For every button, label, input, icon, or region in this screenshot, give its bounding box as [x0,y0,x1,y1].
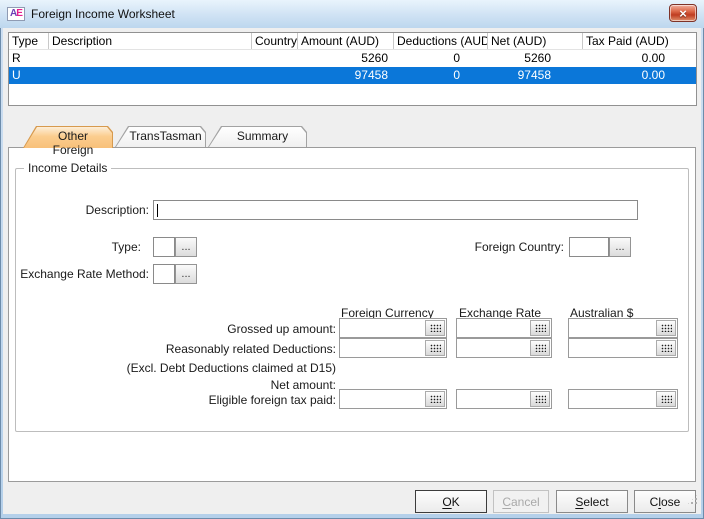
tab-label: Other Foreign [37,129,109,157]
table-cell: 5260 [487,50,582,67]
grid-lookup-button[interactable] [530,320,550,336]
dot-grid-icon [661,344,672,352]
table-cell: 0.00 [582,67,696,84]
exchange-rate-method-label: Exchange Rate Method: [16,264,149,284]
table-cell [251,67,297,84]
dot-grid-icon [535,324,546,332]
tab-other-foreign[interactable]: Other Foreign [23,126,113,148]
ae-app-icon: AE [7,7,25,21]
dot-grid-icon [430,344,441,352]
select-button[interactable]: Select [556,490,628,513]
grid-lookup-button[interactable] [425,391,445,407]
ae-icon-letter-e: E [16,8,22,19]
table-cell: 0 [393,67,487,84]
reasonably-related-deductions-label: Reasonably related Deductions: [16,339,336,359]
eligible-foreign-tax-paid-foreign-currency-input[interactable] [339,389,447,409]
dot-grid-icon [535,344,546,352]
foreign-income-worksheet-dialog: AE Foreign Income Worksheet × TypeDescri… [0,0,704,519]
foreign-country-lookup-button[interactable]: ... [609,237,631,257]
table-cell: U [9,67,48,84]
table-cell: 5260 [297,50,393,67]
reasonably-related-deductions-australian-dollar-input[interactable] [568,338,678,358]
dialog-client-area: TypeDescriptionCountryAmount (AUD)Deduct… [3,28,701,514]
other-foreign-tab-panel: Income Details Description: Type: ... Fo… [8,147,696,482]
list-header: TypeDescriptionCountryAmount (AUD)Deduct… [9,33,696,50]
foreign-country-input[interactable] [569,237,609,257]
dot-grid-icon [661,395,672,403]
table-cell [48,50,251,67]
dot-grid-icon [430,324,441,332]
table-row[interactable]: U974580974580.00 [9,67,696,84]
column-header-amount-aud[interactable]: Amount (AUD) [297,33,393,49]
exchange-rate-method-input[interactable] [153,264,175,284]
type-lookup-button[interactable]: ... [175,237,197,257]
column-header-deductions-aud[interactable]: Deductions (AUD) [393,33,487,49]
foreign-income-list: TypeDescriptionCountryAmount (AUD)Deduct… [8,32,697,106]
dot-grid-icon [661,324,672,332]
table-cell: 97458 [487,67,582,84]
column-header-country[interactable]: Country [251,33,297,49]
table-cell [48,67,251,84]
description-input[interactable] [153,200,638,220]
dot-grid-icon [535,395,546,403]
grid-lookup-button[interactable] [656,320,676,336]
tab-label: TransTasman [129,129,202,143]
ellipsis-icon: ... [615,241,624,253]
text-caret [157,204,158,217]
tab-summary[interactable]: Summary [208,126,307,147]
grid-lookup-button[interactable] [425,340,445,356]
type-input[interactable] [153,237,175,257]
cancel-button: Cancel [493,490,549,513]
grossed-up-amount-australian-dollar-input[interactable] [568,318,678,338]
table-cell: 0.00 [582,50,696,67]
column-header-type[interactable]: Type [9,33,48,49]
ellipsis-icon: ... [181,241,190,253]
titlebar[interactable]: AE Foreign Income Worksheet × [0,0,704,28]
grid-lookup-button[interactable] [656,391,676,407]
table-cell: 0 [393,50,487,67]
list-rows: R5260052600.00U974580974580.00 [9,50,696,84]
income-details-groupbox: Income Details Description: Type: ... Fo… [15,168,689,432]
grid-lookup-button[interactable] [656,340,676,356]
ok-button[interactable]: OK [415,490,487,513]
close-button[interactable]: × [669,4,697,22]
table-cell: 97458 [297,67,393,84]
table-cell [251,50,297,67]
table-cell: R [9,50,48,67]
grossed-up-amount-exchange-rate-input[interactable] [456,318,552,338]
close-button[interactable]: Close [634,490,696,513]
column-header-description[interactable]: Description [48,33,251,49]
dot-grid-icon [430,395,441,403]
reasonably-related-deductions-foreign-currency-input[interactable] [339,338,447,358]
eligible-foreign-tax-paid-exchange-rate-input[interactable] [456,389,552,409]
exchange-rate-method-lookup-button[interactable]: ... [175,264,197,284]
eligible-foreign-tax-paid-label: Eligible foreign tax paid: [16,390,336,410]
grid-lookup-button[interactable] [425,320,445,336]
grid-lookup-button[interactable] [530,391,550,407]
column-header-tax-paid-aud[interactable]: Tax Paid (AUD) [582,33,696,49]
tab-label: Summary [222,129,303,143]
reasonably-related-deductions-exchange-rate-input[interactable] [456,338,552,358]
groupbox-legend: Income Details [24,161,111,175]
window-title: Foreign Income Worksheet [31,7,175,21]
close-icon: × [679,7,687,20]
type-label: Type: [16,237,141,257]
table-row[interactable]: R5260052600.00 [9,50,696,67]
description-label: Description: [16,200,149,220]
column-header-net-aud[interactable]: Net (AUD) [487,33,582,49]
grossed-up-amount-label: Grossed up amount: [16,319,336,339]
eligible-foreign-tax-paid-australian-dollar-input[interactable] [568,389,678,409]
tab-transtasman[interactable]: TransTasman [115,126,206,147]
foreign-country-label: Foreign Country: [364,237,564,257]
grossed-up-amount-foreign-currency-input[interactable] [339,318,447,338]
grid-lookup-button[interactable] [530,340,550,356]
ellipsis-icon: ... [181,268,190,280]
